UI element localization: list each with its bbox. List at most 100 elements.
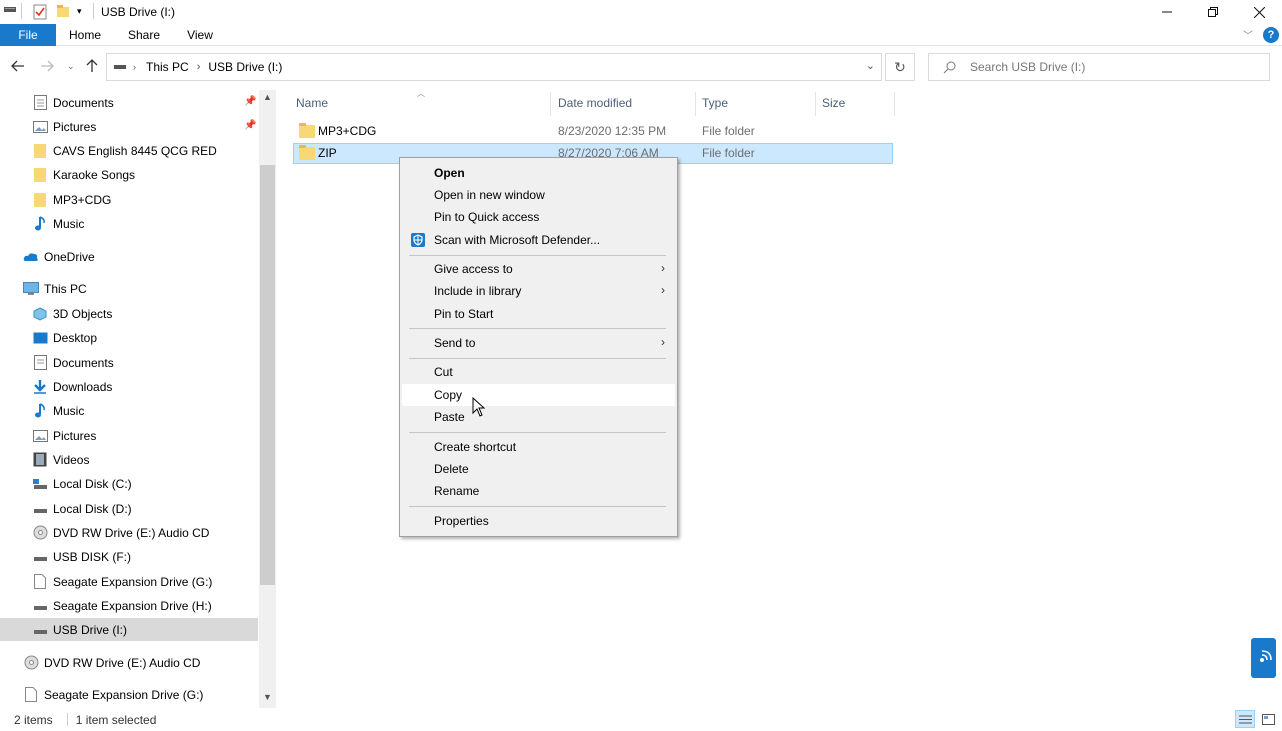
refresh-button[interactable]: ↻ xyxy=(885,53,915,81)
customize-toolbar-icon[interactable]: ▾ xyxy=(77,6,82,17)
menu-item-pin-quick-access[interactable]: Pin to Quick access xyxy=(402,206,675,228)
nav-item-this-pc[interactable]: This PC xyxy=(23,277,87,300)
column-header-date-modified[interactable]: Date modified xyxy=(558,96,632,110)
column-header-type[interactable]: Type xyxy=(702,96,728,110)
column-separator[interactable] xyxy=(894,92,895,116)
column-header-name[interactable]: Name xyxy=(296,96,328,110)
nav-item-usb-disk-f[interactable]: USB DISK (F:) xyxy=(32,545,131,568)
menu-item-open-new-window[interactable]: Open in new window xyxy=(402,184,675,206)
nav-item-dvd-drive-e[interactable]: DVD RW Drive (E:) Audio CD xyxy=(32,521,209,544)
restore-button[interactable] xyxy=(1190,0,1236,24)
menu-item-delete[interactable]: Delete xyxy=(402,458,675,480)
column-header-size[interactable]: Size xyxy=(822,96,845,110)
breadcrumb-this-pc[interactable]: This PC xyxy=(146,60,189,74)
nav-item-pictures-pc[interactable]: Pictures xyxy=(32,424,96,447)
nav-item-karaoke-songs[interactable]: Karaoke Songs xyxy=(32,163,135,186)
details-view-button[interactable] xyxy=(1235,710,1255,728)
menu-item-copy[interactable]: Copy xyxy=(402,384,675,406)
navpane-scrollbar[interactable]: ▲ ▼ xyxy=(259,90,276,708)
column-separator[interactable] xyxy=(695,92,696,116)
search-icon xyxy=(943,61,956,74)
tab-share[interactable]: Share xyxy=(122,24,166,46)
folder-icon xyxy=(32,143,48,159)
nav-item-downloads[interactable]: Downloads xyxy=(32,375,112,398)
address-dropdown-icon[interactable]: ⌄ xyxy=(866,59,875,72)
back-button[interactable] xyxy=(11,59,25,76)
menu-item-label: Give access to xyxy=(434,262,513,276)
nav-item-documents[interactable]: Documents xyxy=(32,91,114,114)
new-folder-icon[interactable] xyxy=(56,4,70,18)
nav-item-3d-objects[interactable]: 3D Objects xyxy=(32,302,112,325)
menu-item-scan-defender[interactable]: Scan with Microsoft Defender... xyxy=(402,229,675,251)
column-separator[interactable] xyxy=(815,92,816,116)
nav-item-pictures[interactable]: Pictures xyxy=(32,115,96,138)
tab-home[interactable]: Home xyxy=(62,24,108,46)
nav-item-music[interactable]: Music xyxy=(32,212,84,235)
menu-separator xyxy=(409,255,666,256)
address-bar[interactable]: › This PC › USB Drive (I:) ⌄ xyxy=(106,53,882,81)
menu-item-properties[interactable]: Properties xyxy=(402,510,675,532)
menu-separator xyxy=(409,506,666,507)
tab-file[interactable]: File xyxy=(0,24,56,46)
up-arrow-icon xyxy=(86,59,98,72)
pin-icon[interactable]: 📌 xyxy=(244,120,256,131)
help-button[interactable]: ? xyxy=(1263,27,1279,43)
nav-item-seagate-g[interactable]: Seagate Expansion Drive (G:) xyxy=(32,570,212,593)
close-button[interactable] xyxy=(1236,0,1282,24)
nav-item-onedrive[interactable]: OneDrive xyxy=(23,245,95,268)
breadcrumb-usb-drive[interactable]: USB Drive (I:) xyxy=(208,60,282,74)
menu-item-label: Scan with Microsoft Defender... xyxy=(434,233,601,247)
minimize-button[interactable] xyxy=(1144,0,1190,24)
nav-item-local-disk-d[interactable]: Local Disk (D:) xyxy=(32,497,132,520)
submenu-arrow-icon: › xyxy=(661,283,665,297)
expand-ribbon-icon[interactable]: ﹀ xyxy=(1243,27,1253,42)
nav-item-desktop[interactable]: Desktop xyxy=(32,326,97,349)
properties-icon[interactable] xyxy=(33,4,47,20)
large-icons-view-button[interactable] xyxy=(1259,711,1277,727)
menu-item-pin-start[interactable]: Pin to Start xyxy=(402,303,675,325)
drive-icon xyxy=(113,60,127,74)
scroll-down-icon[interactable]: ▼ xyxy=(259,692,276,706)
nav-item-videos[interactable]: Videos xyxy=(32,448,89,471)
file-row-mp3-cdg[interactable]: MP3+CDG 8/23/2020 12:35 PM File folder xyxy=(293,121,893,142)
nav-item-usb-drive-i[interactable]: USB Drive (I:) xyxy=(0,618,258,641)
nav-item-documents-pc[interactable]: Documents xyxy=(32,351,114,374)
scrollbar-thumb[interactable] xyxy=(260,165,275,585)
documents-icon xyxy=(32,95,48,111)
nav-item-label: MP3+CDG xyxy=(53,192,112,207)
tab-view[interactable]: View xyxy=(180,24,220,46)
menu-item-include-library[interactable]: Include in library › xyxy=(402,280,675,302)
downloads-icon xyxy=(32,379,48,395)
large-icons-view-icon xyxy=(1261,713,1275,725)
menu-item-open[interactable]: Open xyxy=(402,162,675,184)
menu-item-rename[interactable]: Rename xyxy=(402,480,675,502)
pin-icon[interactable]: 📌 xyxy=(244,96,256,107)
menu-item-paste[interactable]: Paste xyxy=(402,406,675,428)
menu-item-cut[interactable]: Cut xyxy=(402,361,675,383)
forward-arrow-icon xyxy=(41,60,54,72)
forward-button[interactable] xyxy=(40,59,54,76)
menu-item-send-to[interactable]: Send to › xyxy=(402,332,675,354)
nav-item-dvd-drive-e-root[interactable]: DVD RW Drive (E:) Audio CD xyxy=(23,651,200,674)
menu-separator xyxy=(409,328,666,329)
sort-ascending-icon: ︿ xyxy=(417,89,425,98)
nav-item-label: Seagate Expansion Drive (G:) xyxy=(53,574,213,589)
nav-item-seagate-h[interactable]: Seagate Expansion Drive (H:) xyxy=(32,594,212,617)
cloud-icon xyxy=(23,249,39,265)
folder-icon xyxy=(32,167,48,183)
nav-item-cavs-folder[interactable]: CAVS English 8445 QCG RED xyxy=(32,139,217,162)
nav-item-mp3-cdg[interactable]: MP3+CDG xyxy=(32,188,111,211)
recent-locations-chevron-icon[interactable]: ⌄ xyxy=(67,61,75,72)
search-input[interactable]: Search USB Drive (I:) xyxy=(928,53,1270,81)
window-title: USB Drive (I:) xyxy=(101,5,176,19)
nav-item-seagate-g-root[interactable]: Seagate Expansion Drive (G:) xyxy=(23,683,203,706)
up-button[interactable] xyxy=(86,59,98,77)
scroll-up-icon[interactable]: ▲ xyxy=(259,92,276,106)
nav-item-local-disk-c[interactable]: Local Disk (C:) xyxy=(32,472,132,495)
pictures-icon xyxy=(32,428,48,444)
column-separator[interactable] xyxy=(550,92,551,116)
menu-item-create-shortcut[interactable]: Create shortcut xyxy=(402,436,675,458)
menu-item-give-access[interactable]: Give access to › xyxy=(402,258,675,280)
feedback-badge-icon[interactable] xyxy=(1251,638,1276,678)
nav-item-music-pc[interactable]: Music xyxy=(32,399,84,422)
